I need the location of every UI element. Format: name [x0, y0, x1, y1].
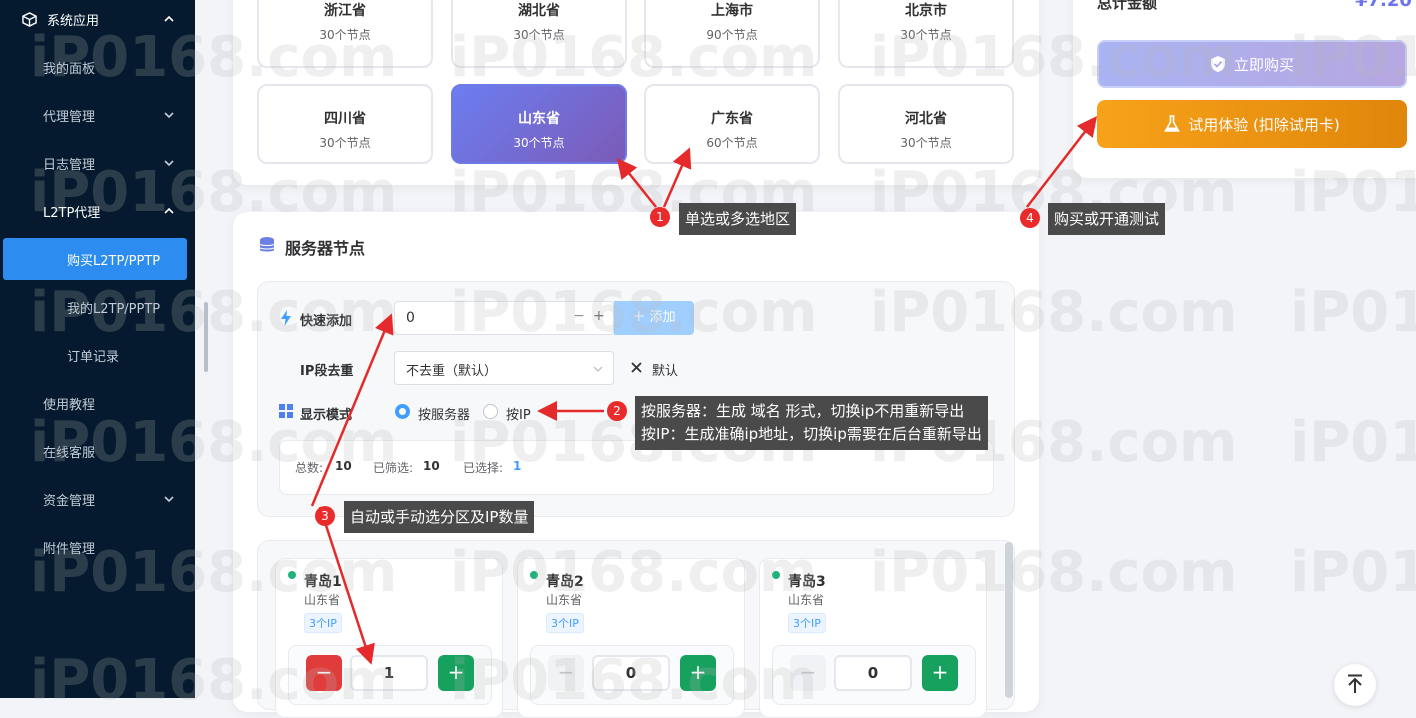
annotation-badge: 2: [607, 401, 627, 421]
annotation-callout: 按服务器：生成 域名 形式，切换ip不用重新导出 按IP：生成准确ip地址，切换…: [635, 396, 988, 450]
annotation-line: 按IP：生成准确ip地址，切换ip需要在后台重新导出: [641, 425, 982, 443]
annotation-badge: 3: [315, 506, 335, 526]
annotation-badge: 4: [1020, 208, 1040, 228]
annotation-line: 按服务器：生成 域名 形式，切换ip不用重新导出: [641, 402, 965, 420]
annotation-callout: 自动或手动选分区及IP数量: [344, 501, 535, 533]
annotation-arrows: [310, 116, 1098, 665]
annotation-callout: 单选或多选地区: [679, 203, 797, 235]
annotation-callout: 购买或开通测试: [1048, 203, 1166, 235]
annotation-badge: 1: [650, 207, 670, 227]
